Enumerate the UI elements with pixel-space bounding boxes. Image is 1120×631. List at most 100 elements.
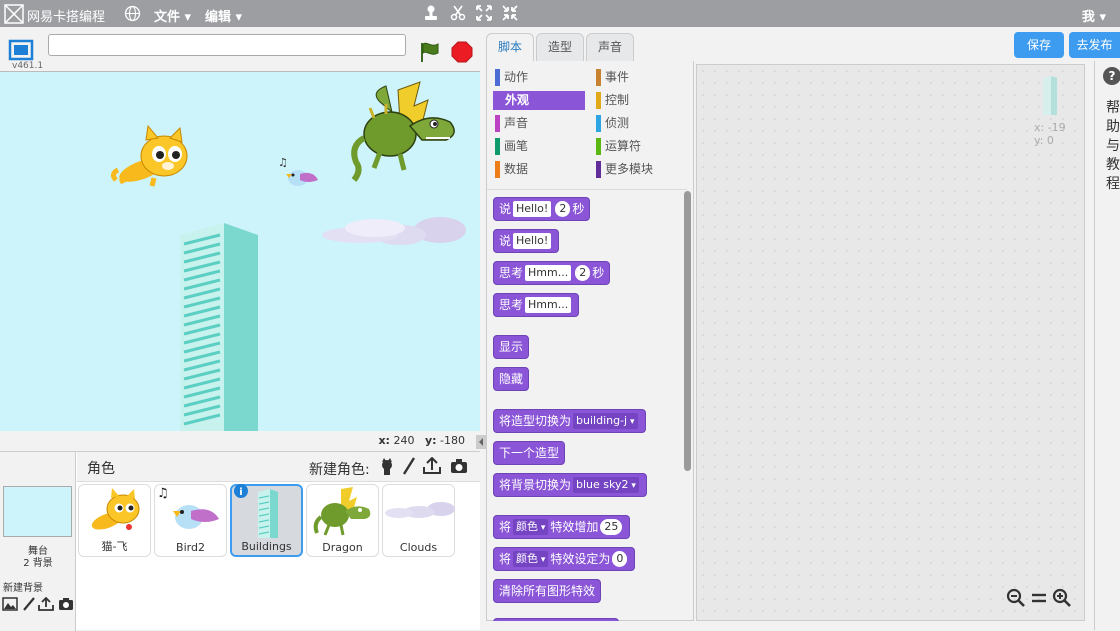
duplicate-stamp-icon[interactable] — [422, 4, 440, 22]
sprite-tile-buildings[interactable]: i Buildings — [230, 484, 303, 557]
shrink-icon[interactable] — [501, 4, 519, 22]
zoom-controls — [1001, 587, 1073, 611]
stage-thumbnail[interactable] — [3, 486, 72, 537]
sprite-position: x: -19 y: 0 — [1034, 121, 1066, 147]
block-think[interactable]: 思考 Hmm... — [493, 293, 580, 317]
stop-icon[interactable] — [451, 41, 473, 63]
stage-scene: ♫ — [110, 81, 466, 431]
block-switch-costume[interactable]: 将造型切换为 building-j — [493, 409, 646, 433]
category-control[interactable]: 控制 — [594, 91, 686, 110]
sprite-tile-cat[interactable]: 猫-飞 — [78, 484, 151, 557]
tab-costumes[interactable]: 造型 — [536, 33, 584, 61]
camera-backdrop-icon[interactable] — [58, 597, 74, 611]
new-sprite-label: 新建角色: — [309, 462, 370, 478]
text-input[interactable]: Hmm... — [525, 297, 572, 313]
user-menu[interactable]: 我 ▾ — [1082, 6, 1106, 25]
cat-thumbnail — [91, 488, 140, 530]
sprite-tile-bird2[interactable]: ♫ Bird2 — [154, 484, 227, 557]
backdrop-library-icon[interactable] — [2, 597, 18, 611]
paint-sprite-icon[interactable] — [402, 457, 416, 475]
effect-dropdown[interactable]: 颜色 — [513, 519, 549, 535]
paint-backdrop-icon[interactable] — [22, 597, 36, 611]
category-motion[interactable]: 动作 — [493, 68, 585, 87]
palette-scrollbar[interactable] — [684, 191, 691, 471]
backdrop-count: 2 背景 — [23, 558, 53, 569]
tab-sounds[interactable]: 声音 — [586, 33, 634, 61]
text-input[interactable]: Hmm... — [525, 265, 572, 281]
sprite-name: 猫-飞 — [101, 540, 128, 553]
publish-button[interactable]: 去发布 — [1069, 32, 1120, 58]
category-sensing[interactable]: 侦测 — [594, 114, 686, 133]
green-flag-icon[interactable] — [418, 40, 442, 64]
category-swatch — [596, 138, 601, 155]
zoom-reset-icon[interactable] — [1028, 587, 1050, 609]
block-show[interactable]: 显示 — [493, 335, 530, 359]
stage-canvas[interactable]: ♫ — [0, 71, 480, 431]
block-think-for-secs[interactable]: 思考 Hmm... 2 秒 — [493, 261, 611, 285]
category-looks[interactable]: 外观 — [493, 91, 585, 110]
zoom-in-icon[interactable] — [1051, 587, 1073, 609]
cat-sprite[interactable] — [110, 124, 188, 187]
fullscreen-icon[interactable] — [8, 39, 34, 61]
sprite-list-header: 角色 新建角色: — [77, 452, 480, 482]
backdrop-dropdown[interactable]: blue sky2 — [573, 477, 639, 493]
help-panel[interactable]: ? 帮助与教程 — [1094, 61, 1120, 630]
block-hide[interactable]: 隐藏 — [493, 367, 530, 391]
block-next-costume[interactable]: 下一个造型 — [493, 441, 566, 465]
building-thumbnail — [258, 489, 278, 538]
category-events[interactable]: 事件 — [594, 68, 686, 87]
block-say[interactable]: 说 Hello! — [493, 229, 560, 253]
file-menu[interactable]: 文件 ▾ — [154, 6, 191, 25]
number-input[interactable]: 0 — [612, 551, 628, 567]
svg-text:i: i — [239, 487, 242, 498]
info-icon[interactable]: i — [234, 484, 248, 498]
bird-sprite[interactable]: ♫ — [278, 156, 318, 186]
tab-scripts[interactable]: 脚本 — [486, 33, 534, 62]
y-label: y: — [424, 434, 437, 447]
app-title: 网易卡搭编程 — [27, 10, 106, 25]
zoom-out-icon[interactable] — [1005, 587, 1027, 609]
kada-logo-icon[interactable] — [4, 4, 24, 24]
category-pen[interactable]: 画笔 — [493, 137, 585, 156]
category-sound[interactable]: 声音 — [493, 114, 585, 133]
number-input[interactable]: 25 — [600, 519, 623, 535]
category-data[interactable]: 数据 — [493, 160, 585, 179]
block-partial[interactable] — [493, 618, 619, 621]
edit-menu[interactable]: 编辑 ▾ — [205, 6, 242, 25]
x-value: 240 — [393, 434, 415, 447]
script-area[interactable]: x: -19 y: 0 — [696, 64, 1085, 621]
help-icon[interactable]: ? — [1103, 67, 1120, 85]
dragon-sprite[interactable] — [351, 81, 455, 182]
block-switch-backdrop[interactable]: 将背景切换为 blue sky2 — [493, 473, 647, 497]
sprite-tile-clouds[interactable]: Clouds — [382, 484, 455, 557]
costume-dropdown[interactable]: building-j — [573, 413, 638, 429]
collapse-arrow-icon[interactable] — [476, 435, 486, 449]
globe-icon[interactable] — [124, 5, 141, 22]
effect-dropdown[interactable]: 颜色 — [513, 551, 549, 567]
camera-sprite-icon[interactable] — [450, 458, 468, 474]
text-input[interactable]: Hello! — [513, 201, 552, 217]
upload-sprite-icon[interactable] — [423, 457, 441, 475]
sprite-tile-dragon[interactable]: Dragon — [306, 484, 379, 557]
save-button[interactable]: 保存 — [1014, 32, 1064, 58]
building-sprite[interactable] — [180, 223, 258, 431]
block-set-effect[interactable]: 将颜色特效设定为0 — [493, 547, 636, 571]
project-title-input[interactable] — [48, 34, 406, 56]
sprite-library-icon[interactable] — [379, 458, 395, 476]
cut-scissors-icon[interactable] — [449, 4, 467, 22]
grow-icon[interactable] — [475, 4, 493, 22]
cloud-sprite[interactable] — [322, 217, 466, 245]
block-palette: 动作 事件 外观 控制 声音 侦测 画笔 运算符 数据 更多模块 说 Hello!… — [486, 61, 694, 621]
block-say-for-secs[interactable]: 说 Hello! 2 秒 — [493, 197, 591, 221]
block-change-effect[interactable]: 将颜色特效增加25 — [493, 515, 631, 539]
category-swatch — [495, 161, 500, 178]
y-value: -180 — [440, 434, 465, 447]
category-more-blocks[interactable]: 更多模块 — [594, 160, 686, 179]
text-input[interactable]: Hello! — [513, 233, 552, 249]
block-clear-effects[interactable]: 清除所有图形特效 — [493, 579, 602, 603]
category-operators[interactable]: 运算符 — [594, 137, 686, 156]
sprite-pane: 舞台 2 背景 新建背景 角色 新建角色: 猫-飞 ♫ Bird2 i Buil… — [0, 451, 480, 631]
number-input[interactable]: 2 — [555, 201, 571, 217]
number-input[interactable]: 2 — [575, 265, 591, 281]
upload-backdrop-icon[interactable] — [38, 597, 54, 611]
